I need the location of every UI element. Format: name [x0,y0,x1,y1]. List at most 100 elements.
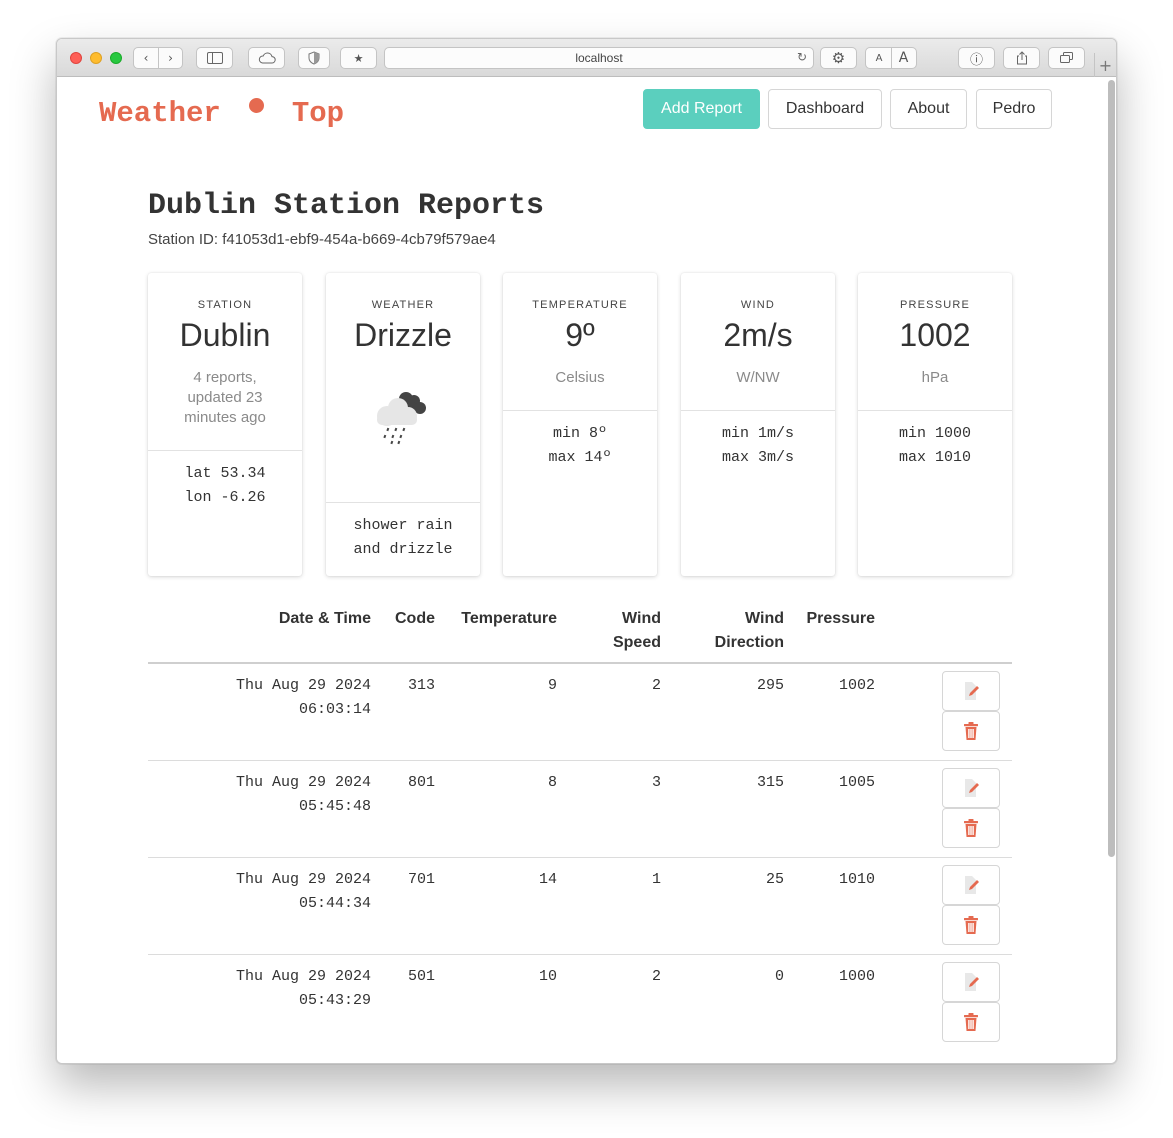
zoom-window-button[interactable] [110,52,122,64]
row-wind-direction: 25 [765,871,784,888]
large-a-icon: A [898,50,909,66]
delete-report-button[interactable] [942,905,1000,945]
row-temperature: 10 [538,968,557,985]
extensions-button[interactable]: ⚙ [820,47,857,69]
wind-direction: W/NW [736,369,780,386]
wind-card: WIND 2m/s W/NW min 1m/s max 3m/s [681,273,835,576]
edit-report-button[interactable] [942,865,1000,905]
edit-report-button[interactable] [942,962,1000,1002]
trash-icon [964,722,978,740]
row-pressure: 1000 [838,968,875,985]
nav-user[interactable]: Pedro [976,89,1052,129]
text-larger-button[interactable]: A [891,48,915,68]
edit-icon [965,973,979,991]
trash-icon [964,819,978,837]
shield-icon [308,51,320,65]
row-temperature: 8 [547,774,557,791]
temperature-card: TEMPERATURE 9º Celsius min 8º max 14º [503,273,657,576]
wind-max: max 3m/s [721,449,794,466]
card-divider [858,410,1012,411]
row-date: Thu Aug 29 2024 [235,677,371,694]
reload-icon[interactable]: ↻ [797,50,807,64]
edit-icon [965,876,979,894]
edit-report-button[interactable] [942,671,1000,711]
app-logo[interactable]: Weather Top [99,97,344,130]
card-label: PRESSURE [899,299,971,311]
weather-condition: Drizzle [354,317,452,353]
add-report-button[interactable]: Add Report [643,89,760,129]
cloud-drizzle-icon [377,392,426,445]
page-title: Dublin Station Reports [148,189,545,223]
pressure-value: 1002 [899,317,971,353]
row-divider [148,760,1012,761]
row-wind-direction: 0 [774,968,784,985]
logo-text-top: Top [291,97,345,130]
card-label: STATION [197,299,253,311]
pressure-unit: hPa [921,369,949,386]
address-bar[interactable]: localhost ↻ [384,47,814,69]
tab-overview-button[interactable] [1048,47,1085,69]
station-id: Station ID: f41053d1-ebf9-454a-b669-4cb7… [148,231,496,248]
temperature-max: max 14º [548,449,612,466]
column-header-pressure: Pressure [806,610,876,627]
column-header-wind-speed: Wind Speed [587,607,661,655]
station-card: STATION Dublin 4 reports, updated 23 min… [148,273,302,576]
row-time: 05:44:34 [298,895,371,912]
weather-description-line2: and drizzle [353,541,453,558]
privacy-report-button[interactable] [298,47,330,69]
pressure-max: max 1010 [898,449,971,466]
sidebar-toggle-button[interactable] [196,47,233,69]
row-code: 313 [407,677,435,694]
logo-dot-icon [248,98,264,113]
wind-value: 2m/s [723,317,793,353]
card-divider [148,450,302,451]
chevron-right-icon: › [168,51,173,65]
back-button[interactable]: ‹ [134,48,158,68]
row-time: 05:45:48 [298,798,371,815]
weather-description-line1: shower rain [353,517,453,534]
close-window-button[interactable] [70,52,82,64]
row-wind-direction: 295 [756,677,784,694]
row-pressure: 1010 [838,871,875,888]
bookmarks-button[interactable]: ★ [340,47,377,69]
row-time: 06:03:14 [298,701,371,718]
browser-toolbar: ‹ › ★ localhost ↻ ⚙ A A ⓘ + [57,39,1116,77]
minimize-window-button[interactable] [90,52,102,64]
history-nav-group: ‹ › [133,47,183,69]
vertical-scrollbar[interactable] [1108,80,1115,857]
share-icon [1016,51,1027,65]
card-label: TEMPERATURE [532,299,628,311]
edit-icon [965,779,979,797]
nav-about[interactable]: About [890,89,967,129]
delete-report-button[interactable] [942,808,1000,848]
text-smaller-button[interactable]: A [867,48,891,68]
station-summary: 4 reports, updated 23 minutes ago [184,369,266,426]
text-size-group: A A [865,47,917,69]
header-line: Speed [612,634,661,651]
tabs-icon [1059,52,1073,63]
small-a-icon: A [875,52,883,64]
pressure-min: min 1000 [898,425,971,442]
icloud-tabs-button[interactable] [248,47,285,69]
temperature-unit: Celsius [555,369,605,386]
station-name: Dublin [179,317,271,353]
card-divider [503,410,657,411]
row-temperature: 14 [538,871,557,888]
new-tab-button[interactable]: + [1094,53,1116,77]
station-lat: lat 53.34 [184,465,266,482]
page-viewport: Weather Top Add Report Dashboard About P… [57,77,1116,1063]
edit-report-button[interactable] [942,768,1000,808]
column-header-temperature: Temperature [461,610,557,627]
share-button[interactable] [1003,47,1040,69]
trash-icon [964,916,978,934]
row-code: 701 [407,871,435,888]
pressure-card: PRESSURE 1002 hPa min 1000 max 1010 [858,273,1012,576]
row-code: 501 [407,968,435,985]
nav-dashboard[interactable]: Dashboard [768,89,882,129]
delete-report-button[interactable] [942,711,1000,751]
page-info-button[interactable]: ⓘ [958,47,995,69]
delete-report-button[interactable] [942,1002,1000,1042]
forward-button[interactable]: › [158,48,182,68]
address-text: localhost [575,51,623,65]
column-header-datetime: Date & Time [278,610,371,627]
